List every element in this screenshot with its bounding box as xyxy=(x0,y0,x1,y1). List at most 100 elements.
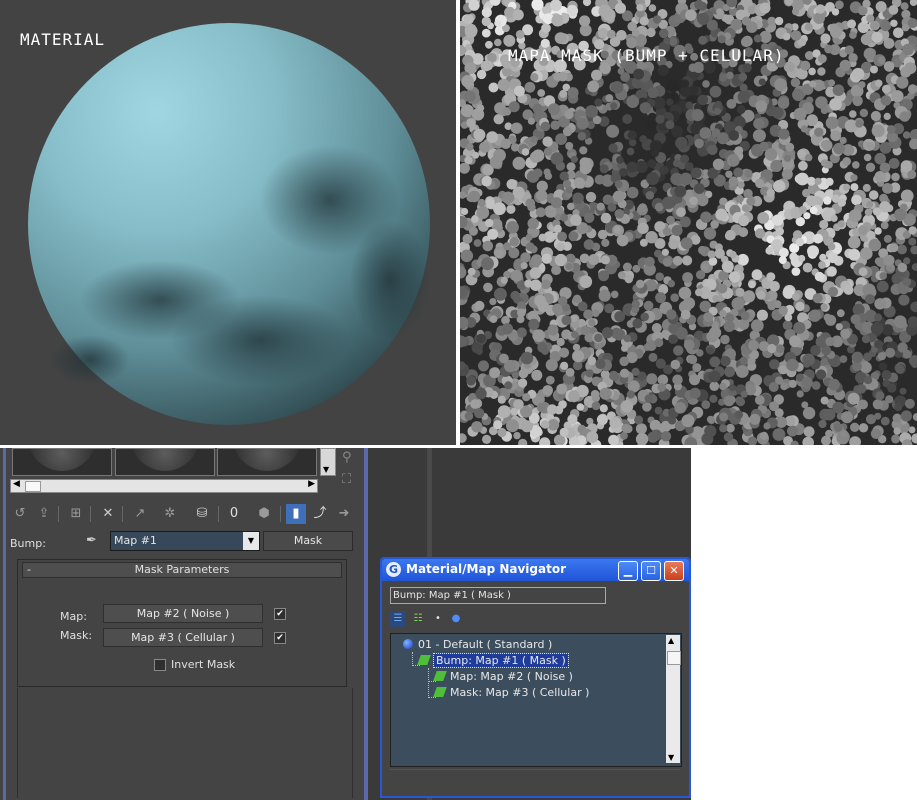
put-to-scene-icon[interactable]: ⇪ xyxy=(34,504,54,524)
texture-cell xyxy=(527,117,535,125)
texture-cell xyxy=(551,197,563,209)
go-parent-icon[interactable]: ⤴ xyxy=(310,504,330,524)
copy-icon[interactable]: ↗ xyxy=(130,504,150,524)
texture-cell xyxy=(464,25,478,38)
go-sibling-icon[interactable]: ➜ xyxy=(334,504,354,524)
maximize-button[interactable]: ☐ xyxy=(641,561,661,581)
scroll-up-icon[interactable]: ▲ xyxy=(668,636,674,645)
material-id-icon[interactable]: 0 xyxy=(224,504,244,524)
map-icon xyxy=(433,671,447,681)
view-large-icons-icon[interactable]: ● xyxy=(448,611,464,627)
assign-icon[interactable]: ⊞ xyxy=(66,504,86,524)
texture-cell xyxy=(577,131,587,141)
texture-cell xyxy=(538,233,547,242)
texture-cell xyxy=(706,415,715,424)
texture-cell xyxy=(614,180,623,189)
texture-cell xyxy=(874,227,882,235)
texture-cell xyxy=(542,5,552,15)
texture-cell xyxy=(675,136,688,150)
tree-item-bump-map[interactable]: Bump: Map #1 ( Mask ) xyxy=(417,653,569,668)
texture-cell xyxy=(637,222,649,234)
texture-cell xyxy=(733,167,744,178)
show-in-viewport-icon[interactable]: ⬢ xyxy=(254,504,274,524)
texture-cell xyxy=(598,270,610,282)
mask-slot-button[interactable]: Map #3 ( Cellular ) xyxy=(103,628,263,647)
minimize-button[interactable]: ▁ xyxy=(618,561,638,581)
texture-cell xyxy=(639,135,647,143)
tree-item-material[interactable]: 01 - Default ( Standard ) xyxy=(403,638,552,651)
backlight-icon[interactable]: ⛶ xyxy=(342,472,351,487)
put-library-icon[interactable]: ⛁ xyxy=(192,504,212,524)
texture-cell xyxy=(520,351,534,365)
get-material-icon[interactable]: ↺ xyxy=(10,504,30,524)
texture-cell xyxy=(863,153,872,162)
texture-cell xyxy=(494,19,502,27)
map-type-button[interactable]: Mask xyxy=(263,531,353,551)
sample-type-icon[interactable]: ⚲ xyxy=(342,450,352,465)
texture-cell xyxy=(720,355,731,367)
texture-cell xyxy=(871,124,885,138)
scroll-down-icon[interactable]: ▼ xyxy=(323,465,329,474)
view-list-icons-icon[interactable]: ☷ xyxy=(410,611,426,627)
texture-cell xyxy=(695,288,703,297)
show-end-result-icon[interactable]: ▮ xyxy=(286,504,306,524)
sample-slot[interactable] xyxy=(217,448,317,476)
texture-cell xyxy=(511,269,523,282)
map-slot-button[interactable]: Map #2 ( Noise ) xyxy=(103,604,263,623)
texture-cell xyxy=(662,227,672,237)
window-titlebar[interactable]: G Material/Map Navigator ▁ ☐ ✕ xyxy=(382,559,689,581)
texture-cell xyxy=(674,402,686,414)
mask-enable-checkbox[interactable]: ✔ xyxy=(274,632,286,644)
texture-cell xyxy=(806,114,818,126)
view-small-icons-icon[interactable]: • xyxy=(430,611,446,627)
texture-cell xyxy=(591,401,601,411)
rollout-header[interactable]: - Mask Parameters xyxy=(22,562,342,578)
view-list-icon[interactable]: ☰ xyxy=(390,611,406,627)
scroll-down-icon[interactable]: ▼ xyxy=(668,753,674,762)
sample-slot[interactable] xyxy=(12,448,112,476)
texture-cell xyxy=(795,301,805,312)
texture-cell xyxy=(633,68,645,80)
texture-cell xyxy=(883,254,895,267)
chevron-down-icon[interactable]: ▼ xyxy=(243,532,259,550)
texture-cell xyxy=(741,204,750,213)
reset-icon[interactable]: ✕ xyxy=(98,504,118,524)
texture-cell xyxy=(885,395,894,404)
texture-cell xyxy=(476,69,487,80)
texture-cell xyxy=(870,110,881,122)
texture-cell xyxy=(680,154,690,164)
texture-cell xyxy=(874,313,883,322)
texture-cell xyxy=(614,2,626,14)
texture-cell xyxy=(778,365,788,375)
texture-cell xyxy=(900,2,909,11)
tree-item-cellular-map[interactable]: Mask: Map #3 ( Cellular ) xyxy=(433,686,589,699)
invert-mask-checkbox[interactable] xyxy=(154,659,166,671)
texture-cell xyxy=(800,60,811,71)
map-name-dropdown[interactable]: Map #1 ▼ xyxy=(110,531,260,551)
texture-cell xyxy=(817,67,826,76)
texture-cell xyxy=(568,231,578,242)
close-button[interactable]: ✕ xyxy=(664,561,684,581)
texture-cell xyxy=(565,142,574,150)
scroll-left-icon[interactable]: ◀ xyxy=(13,479,20,489)
tree-vertical-scrollbar[interactable]: ▲ ▼ xyxy=(666,635,681,763)
map-name-value: Map #1 xyxy=(114,534,157,547)
scroll-right-icon[interactable]: ▶ xyxy=(308,479,315,489)
texture-cell xyxy=(577,301,588,312)
slots-vertical-scrollbar[interactable]: ▼ xyxy=(320,448,336,476)
texture-cell xyxy=(874,339,883,349)
tree-item-noise-map[interactable]: Map: Map #2 ( Noise ) xyxy=(433,670,573,683)
sample-slot[interactable] xyxy=(115,448,215,476)
texture-cell xyxy=(895,364,905,374)
texture-cell xyxy=(537,300,549,313)
map-enable-checkbox[interactable]: ✔ xyxy=(274,608,286,620)
scroll-thumb[interactable] xyxy=(667,651,681,665)
unique-icon[interactable]: ✲ xyxy=(160,504,180,524)
eyedropper-icon[interactable]: ✒ xyxy=(86,533,102,549)
toolbar-separator xyxy=(90,506,91,522)
slots-horizontal-scrollbar[interactable]: ◀ ▶ xyxy=(10,479,318,493)
texture-cell xyxy=(774,78,787,92)
texture-cell xyxy=(556,383,568,395)
scroll-thumb[interactable] xyxy=(25,481,41,492)
texture-cell xyxy=(790,77,801,88)
